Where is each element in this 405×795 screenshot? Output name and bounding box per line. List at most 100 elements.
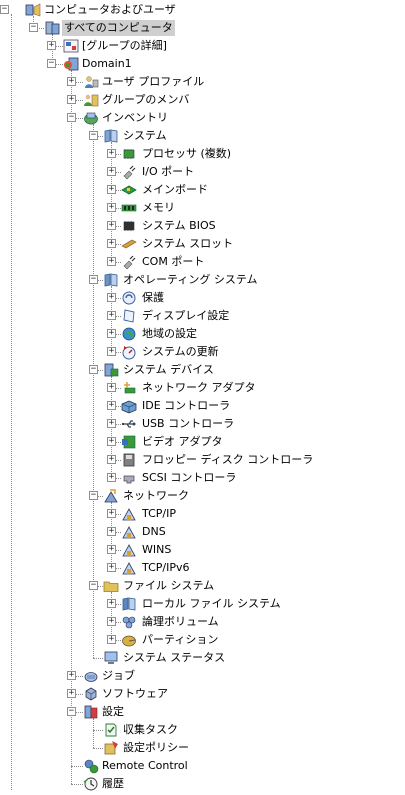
tree-node-label[interactable]: WINS: [140, 542, 173, 558]
expand-toggle[interactable]: +: [107, 185, 116, 194]
tree-node[interactable]: + システム BIOS: [0, 217, 405, 235]
tree-node-label[interactable]: IDE コントローラ: [140, 398, 232, 414]
tree-node[interactable]: 設定ポリシー: [0, 739, 405, 757]
tree-node[interactable]: + [グループの詳細]: [0, 37, 405, 55]
tree-node[interactable]: − システム デバイス: [0, 361, 405, 379]
expand-toggle[interactable]: +: [107, 167, 116, 176]
tree-node[interactable]: + DNS: [0, 523, 405, 541]
tree-node[interactable]: + 保護: [0, 289, 405, 307]
expand-toggle[interactable]: +: [67, 671, 76, 680]
tree-node[interactable]: Remote Control: [0, 757, 405, 775]
tree-node-label[interactable]: TCP/IPv6: [140, 560, 191, 576]
expand-toggle[interactable]: +: [107, 509, 116, 518]
tree-node[interactable]: + メインボード: [0, 181, 405, 199]
tree-node-label[interactable]: Domain1: [80, 56, 134, 72]
tree-node[interactable]: + SCSI コントローラ: [0, 469, 405, 487]
tree-node[interactable]: − コンピュータおよびユーザ: [0, 1, 405, 19]
expand-toggle[interactable]: +: [107, 455, 116, 464]
tree-node-label[interactable]: オペレーティング システム: [121, 272, 260, 288]
tree-node[interactable]: − システム: [0, 127, 405, 145]
tree-node[interactable]: − Domain1: [0, 55, 405, 73]
expand-toggle[interactable]: +: [67, 689, 76, 698]
tree-node-label[interactable]: システムの更新: [140, 344, 221, 360]
tree-node-label[interactable]: メモリ: [140, 200, 177, 216]
expand-toggle[interactable]: +: [107, 293, 116, 302]
tree-node-label[interactable]: 設定: [100, 704, 126, 720]
tree-node[interactable]: − インベントリ: [0, 109, 405, 127]
tree-node-label[interactable]: 設定ポリシー: [121, 740, 191, 756]
expand-toggle[interactable]: +: [107, 419, 116, 428]
tree-node-label[interactable]: 地域の設定: [140, 326, 199, 342]
tree-node[interactable]: + 論理ボリューム: [0, 613, 405, 631]
tree-node-label[interactable]: インベントリ: [100, 110, 170, 126]
tree-node[interactable]: + メモリ: [0, 199, 405, 217]
expand-toggle[interactable]: +: [107, 473, 116, 482]
tree-node-label[interactable]: ビデオ アダプタ: [140, 434, 225, 450]
expand-toggle[interactable]: +: [107, 401, 116, 410]
tree-node[interactable]: + プロセッサ (複数): [0, 145, 405, 163]
expand-toggle[interactable]: +: [107, 563, 116, 572]
collapse-toggle[interactable]: −: [0, 5, 9, 14]
tree-node[interactable]: + パーティション: [0, 631, 405, 649]
tree-node[interactable]: + システムの更新: [0, 343, 405, 361]
tree-node[interactable]: + WINS: [0, 541, 405, 559]
tree-node-label[interactable]: ファイル システム: [121, 578, 216, 594]
tree-node[interactable]: + ネットワーク アダプタ: [0, 379, 405, 397]
expand-toggle[interactable]: +: [107, 383, 116, 392]
tree-node-label[interactable]: [グループの詳細]: [80, 38, 169, 54]
tree-node-label[interactable]: すべてのコンピュータ: [62, 20, 175, 36]
tree-node-label[interactable]: グループのメンバ: [100, 92, 191, 108]
tree-node[interactable]: 履歴: [0, 775, 405, 793]
tree-node[interactable]: + TCP/IP: [0, 505, 405, 523]
tree-node-label[interactable]: メインボード: [140, 182, 210, 198]
tree-node[interactable]: システム ステータス: [0, 649, 405, 667]
collapse-toggle[interactable]: −: [89, 275, 98, 284]
tree-node-label[interactable]: ジョブ: [100, 668, 137, 684]
expand-toggle[interactable]: +: [107, 149, 116, 158]
tree-node[interactable]: + フロッピー ディスク コントローラ: [0, 451, 405, 469]
expand-toggle[interactable]: +: [107, 527, 116, 536]
tree-node[interactable]: − すべてのコンピュータ: [0, 19, 405, 37]
tree-node[interactable]: + ソフトウェア: [0, 685, 405, 703]
tree-node[interactable]: + USB コントローラ: [0, 415, 405, 433]
tree-node-label[interactable]: プロセッサ (複数): [140, 146, 233, 162]
tree-node[interactable]: + COM ポート: [0, 253, 405, 271]
collapse-toggle[interactable]: −: [89, 581, 98, 590]
tree-node-label[interactable]: ローカル ファイル システム: [140, 596, 283, 612]
collapse-toggle[interactable]: −: [89, 365, 98, 374]
tree-node-label[interactable]: システム BIOS: [140, 218, 218, 234]
expand-toggle[interactable]: +: [107, 635, 116, 644]
tree-node[interactable]: + ディスプレイ設定: [0, 307, 405, 325]
tree-node[interactable]: + システム スロット: [0, 235, 405, 253]
tree-node-label[interactable]: 保護: [140, 290, 166, 306]
tree-node[interactable]: + 地域の設定: [0, 325, 405, 343]
expand-toggle[interactable]: +: [107, 239, 116, 248]
collapse-toggle[interactable]: −: [29, 23, 38, 32]
collapse-toggle[interactable]: −: [47, 59, 56, 68]
tree-node[interactable]: + ローカル ファイル システム: [0, 595, 405, 613]
tree-node[interactable]: + I/O ポート: [0, 163, 405, 181]
tree-node[interactable]: + グループのメンバ: [0, 91, 405, 109]
tree-node-label[interactable]: システム スロット: [140, 236, 235, 252]
tree-node[interactable]: 収集タスク: [0, 721, 405, 739]
tree-node-label[interactable]: フロッピー ディスク コントローラ: [140, 452, 315, 468]
collapse-toggle[interactable]: −: [67, 113, 76, 122]
tree-node[interactable]: + ジョブ: [0, 667, 405, 685]
tree-node[interactable]: + ユーザ プロファイル: [0, 73, 405, 91]
tree-node-label[interactable]: COM ポート: [140, 254, 206, 270]
collapse-toggle[interactable]: −: [89, 131, 98, 140]
tree-node-label[interactable]: Remote Control: [100, 758, 190, 774]
tree-node-label[interactable]: ネットワーク アダプタ: [140, 380, 258, 396]
tree-node-label[interactable]: システム ステータス: [121, 650, 227, 666]
tree-node-label[interactable]: 収集タスク: [121, 722, 180, 738]
tree-node-label[interactable]: ネットワーク: [121, 488, 191, 504]
expand-toggle[interactable]: +: [47, 41, 56, 50]
tree-node-label[interactable]: ソフトウェア: [100, 686, 170, 702]
tree-node[interactable]: − 設定: [0, 703, 405, 721]
expand-toggle[interactable]: +: [67, 77, 76, 86]
expand-toggle[interactable]: +: [107, 545, 116, 554]
tree-node-label[interactable]: システム: [121, 128, 169, 144]
expand-toggle[interactable]: +: [107, 329, 116, 338]
expand-toggle[interactable]: +: [107, 617, 116, 626]
expand-toggle[interactable]: +: [107, 203, 116, 212]
